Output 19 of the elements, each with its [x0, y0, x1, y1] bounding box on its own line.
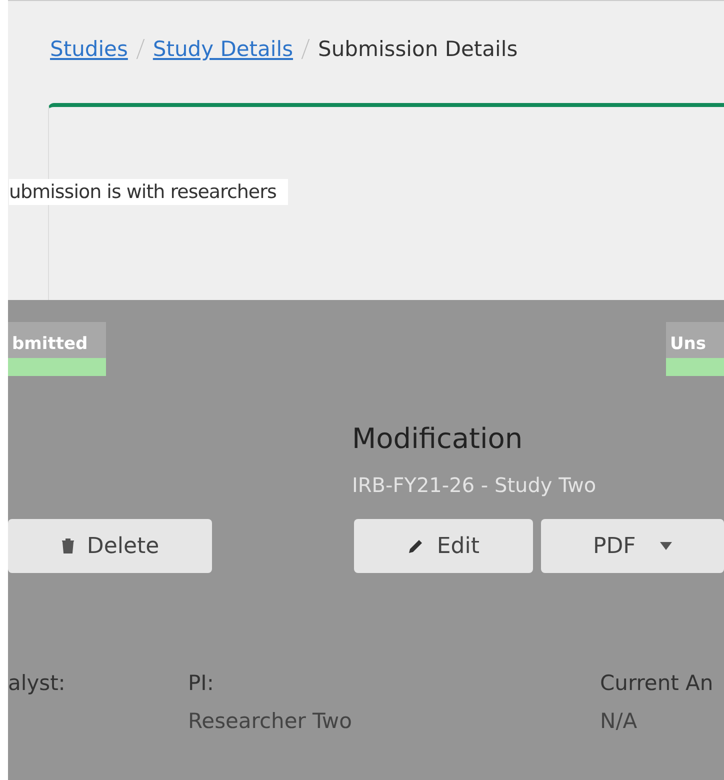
status-badge: Uns — [666, 322, 724, 376]
dropdown-button[interactable]: PDF — [540, 519, 724, 573]
field-value: N/A — [600, 709, 638, 733]
field-label: Current An — [600, 671, 714, 695]
breadcrumb-link[interactable]: Studies — [50, 37, 128, 61]
breadcrumb-current: Submission Details — [318, 37, 518, 61]
submission-title: Modification — [352, 422, 524, 455]
breadcrumb-link[interactable]: Study Details — [152, 37, 294, 61]
status-text: ubmission is with researchers — [9, 179, 288, 205]
edit-button[interactable]: Edit — [354, 519, 533, 573]
status-badge: bmitted — [8, 322, 106, 376]
trash-icon — [60, 538, 75, 554]
field-value: Researcher Two — [188, 709, 353, 733]
submission-subtitle: IRB-FY21-26 - Study Two — [352, 473, 598, 497]
pencil-icon — [406, 537, 425, 555]
field-label: alyst: — [8, 671, 66, 695]
delete-button[interactable]: Delete — [8, 519, 212, 573]
field-label: PI: — [188, 671, 215, 695]
caret-icon — [660, 542, 672, 550]
